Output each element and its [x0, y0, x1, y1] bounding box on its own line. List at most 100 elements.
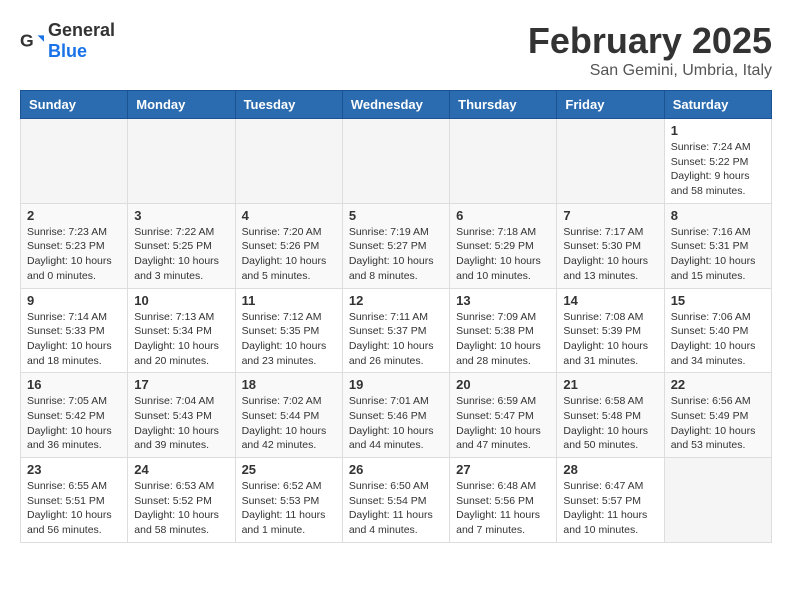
weekday-header-wednesday: Wednesday	[342, 91, 449, 119]
day-info: Sunrise: 7:09 AM Sunset: 5:38 PM Dayligh…	[456, 310, 550, 369]
day-number: 6	[456, 208, 550, 223]
day-info: Sunrise: 6:55 AM Sunset: 5:51 PM Dayligh…	[27, 479, 121, 538]
day-cell: 9Sunrise: 7:14 AM Sunset: 5:33 PM Daylig…	[21, 288, 128, 373]
day-cell: 12 Sunrise: 7:11 AM Sunset: 5:37 PM Dayli…	[342, 288, 449, 373]
day-info: Sunrise: 6:50 AM Sunset: 5:54 PM Dayligh…	[349, 479, 443, 538]
day-cell: 23Sunrise: 6:55 AM Sunset: 5:51 PM Dayli…	[21, 458, 128, 543]
day-info: Sunrise: 7:13 AM Sunset: 5:34 PM Dayligh…	[134, 310, 228, 369]
day-info: Sunrise: 6:56 AM Sunset: 5:49 PM Dayligh…	[671, 394, 765, 453]
week-row-4: 23Sunrise: 6:55 AM Sunset: 5:51 PM Dayli…	[21, 458, 772, 543]
day-cell: 2 Sunrise: 7:23 AM Sunset: 5:23 PM Daylig…	[21, 203, 128, 288]
day-cell: 3Sunrise: 7:22 AM Sunset: 5:25 PM Daylig…	[128, 203, 235, 288]
week-row-3: 16 Sunrise: 7:05 AM Sunset: 5:42 PM Dayli…	[21, 373, 772, 458]
day-cell	[21, 119, 128, 204]
day-info: Sunrise: 6:52 AM Sunset: 5:53 PM Dayligh…	[242, 479, 336, 538]
day-info: Sunrise: 7:02 AM Sunset: 5:44 PM Dayligh…	[242, 394, 336, 453]
day-info: Sunrise: 7:24 AM Sunset: 5:22 PM Dayligh…	[671, 140, 765, 199]
day-cell: 11 Sunrise: 7:12 AM Sunset: 5:35 PM Dayli…	[235, 288, 342, 373]
day-cell: 24 Sunrise: 6:53 AM Sunset: 5:52 PM Dayli…	[128, 458, 235, 543]
day-cell: 15 Sunrise: 7:06 AM Sunset: 5:40 PM Dayli…	[664, 288, 771, 373]
day-number: 14	[563, 293, 657, 308]
day-info: Sunrise: 7:12 AM Sunset: 5:35 PM Dayligh…	[242, 310, 336, 369]
day-number: 7	[563, 208, 657, 223]
week-row-1: 2 Sunrise: 7:23 AM Sunset: 5:23 PM Daylig…	[21, 203, 772, 288]
day-cell: 19 Sunrise: 7:01 AM Sunset: 5:46 PM Dayli…	[342, 373, 449, 458]
day-number: 8	[671, 208, 765, 223]
day-number: 27	[456, 462, 550, 477]
day-cell	[342, 119, 449, 204]
day-info: Sunrise: 7:20 AM Sunset: 5:26 PM Dayligh…	[242, 225, 336, 284]
day-number: 25	[242, 462, 336, 477]
logo-general: General	[48, 20, 115, 40]
day-number: 24	[134, 462, 228, 477]
calendar-subtitle: San Gemini, Umbria, Italy	[528, 62, 772, 80]
day-cell: 20 Sunrise: 6:59 AM Sunset: 5:47 PM Dayli…	[450, 373, 557, 458]
day-number: 9	[27, 293, 121, 308]
weekday-header-thursday: Thursday	[450, 91, 557, 119]
day-info: Sunrise: 6:58 AM Sunset: 5:48 PM Dayligh…	[563, 394, 657, 453]
day-number: 4	[242, 208, 336, 223]
day-number: 13	[456, 293, 550, 308]
day-cell	[664, 458, 771, 543]
day-cell: 26 Sunrise: 6:50 AM Sunset: 5:54 PM Dayli…	[342, 458, 449, 543]
day-info: Sunrise: 7:23 AM Sunset: 5:23 PM Dayligh…	[27, 225, 121, 284]
day-info: Sunrise: 7:05 AM Sunset: 5:42 PM Dayligh…	[27, 394, 121, 453]
weekday-header-sunday: Sunday	[21, 91, 128, 119]
weekday-header-saturday: Saturday	[664, 91, 771, 119]
weekday-header-monday: Monday	[128, 91, 235, 119]
calendar-table: SundayMondayTuesdayWednesdayThursdayFrid…	[20, 90, 772, 543]
day-info: Sunrise: 7:18 AM Sunset: 5:29 PM Dayligh…	[456, 225, 550, 284]
day-number: 3	[134, 208, 228, 223]
day-info: Sunrise: 7:08 AM Sunset: 5:39 PM Dayligh…	[563, 310, 657, 369]
day-info: Sunrise: 7:16 AM Sunset: 5:31 PM Dayligh…	[671, 225, 765, 284]
week-row-2: 9Sunrise: 7:14 AM Sunset: 5:33 PM Daylig…	[21, 288, 772, 373]
day-info: Sunrise: 7:17 AM Sunset: 5:30 PM Dayligh…	[563, 225, 657, 284]
day-number: 5	[349, 208, 443, 223]
day-number: 22	[671, 377, 765, 392]
day-cell: 4 Sunrise: 7:20 AM Sunset: 5:26 PM Daylig…	[235, 203, 342, 288]
day-cell	[450, 119, 557, 204]
day-info: Sunrise: 7:11 AM Sunset: 5:37 PM Dayligh…	[349, 310, 443, 369]
day-cell: 28Sunrise: 6:47 AM Sunset: 5:57 PM Dayli…	[557, 458, 664, 543]
logo-icon: G	[20, 29, 44, 53]
day-info: Sunrise: 6:47 AM Sunset: 5:57 PM Dayligh…	[563, 479, 657, 538]
day-cell: 1 Sunrise: 7:24 AM Sunset: 5:22 PM Daylig…	[664, 119, 771, 204]
day-cell	[128, 119, 235, 204]
day-number: 19	[349, 377, 443, 392]
day-cell: 10Sunrise: 7:13 AM Sunset: 5:34 PM Dayli…	[128, 288, 235, 373]
day-info: Sunrise: 6:53 AM Sunset: 5:52 PM Dayligh…	[134, 479, 228, 538]
day-number: 26	[349, 462, 443, 477]
day-number: 21	[563, 377, 657, 392]
weekday-header-friday: Friday	[557, 91, 664, 119]
day-number: 20	[456, 377, 550, 392]
day-info: Sunrise: 6:48 AM Sunset: 5:56 PM Dayligh…	[456, 479, 550, 538]
svg-text:G: G	[20, 31, 34, 51]
day-cell: 27 Sunrise: 6:48 AM Sunset: 5:56 PM Dayli…	[450, 458, 557, 543]
day-cell: 6 Sunrise: 7:18 AM Sunset: 5:29 PM Daylig…	[450, 203, 557, 288]
day-number: 12	[349, 293, 443, 308]
day-info: Sunrise: 7:06 AM Sunset: 5:40 PM Dayligh…	[671, 310, 765, 369]
day-cell: 8 Sunrise: 7:16 AM Sunset: 5:31 PM Daylig…	[664, 203, 771, 288]
day-number: 2	[27, 208, 121, 223]
day-cell: 14 Sunrise: 7:08 AM Sunset: 5:39 PM Dayli…	[557, 288, 664, 373]
day-cell	[557, 119, 664, 204]
day-number: 15	[671, 293, 765, 308]
day-info: Sunrise: 7:04 AM Sunset: 5:43 PM Dayligh…	[134, 394, 228, 453]
day-info: Sunrise: 6:59 AM Sunset: 5:47 PM Dayligh…	[456, 394, 550, 453]
header: G General Blue February 2025 San Gemini,…	[20, 20, 772, 80]
day-cell: 7 Sunrise: 7:17 AM Sunset: 5:30 PM Daylig…	[557, 203, 664, 288]
day-number: 11	[242, 293, 336, 308]
day-info: Sunrise: 7:01 AM Sunset: 5:46 PM Dayligh…	[349, 394, 443, 453]
day-cell	[235, 119, 342, 204]
day-cell: 16 Sunrise: 7:05 AM Sunset: 5:42 PM Dayli…	[21, 373, 128, 458]
calendar-title: February 2025	[528, 20, 772, 62]
day-cell: 5 Sunrise: 7:19 AM Sunset: 5:27 PM Daylig…	[342, 203, 449, 288]
weekday-header-row: SundayMondayTuesdayWednesdayThursdayFrid…	[21, 91, 772, 119]
day-cell: 13 Sunrise: 7:09 AM Sunset: 5:38 PM Dayli…	[450, 288, 557, 373]
day-cell: 21 Sunrise: 6:58 AM Sunset: 5:48 PM Dayli…	[557, 373, 664, 458]
day-number: 16	[27, 377, 121, 392]
logo-blue: Blue	[48, 41, 87, 61]
day-number: 1	[671, 123, 765, 138]
day-cell: 18Sunrise: 7:02 AM Sunset: 5:44 PM Dayli…	[235, 373, 342, 458]
day-info: Sunrise: 7:19 AM Sunset: 5:27 PM Dayligh…	[349, 225, 443, 284]
